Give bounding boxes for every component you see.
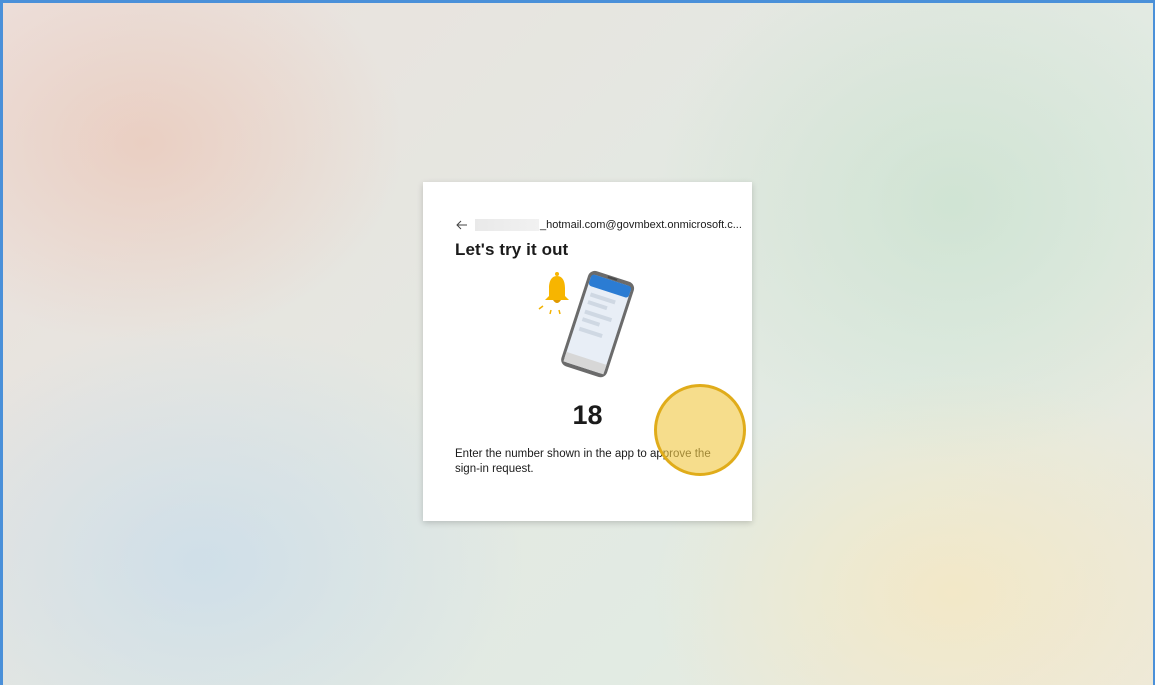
redacted-username <box>475 219 539 231</box>
phone-icon <box>561 270 635 378</box>
page-title: Let's try it out <box>455 240 569 259</box>
verification-number: 18 <box>572 400 603 430</box>
browser-viewport: _hotmail.com@govmbext.onmicrosoft.c... L… <box>0 0 1155 685</box>
instruction-text: Enter the number shown in the app to app… <box>455 448 711 475</box>
bell-and-phone-illustration-icon <box>531 270 641 388</box>
identity-row: _hotmail.com@govmbext.onmicrosoft.c... <box>455 216 742 234</box>
back-arrow-icon[interactable] <box>455 218 469 232</box>
signin-card: _hotmail.com@govmbext.onmicrosoft.c... L… <box>423 182 752 521</box>
bell-icon <box>538 272 569 315</box>
account-email: _hotmail.com@govmbext.onmicrosoft.c... <box>540 219 742 231</box>
